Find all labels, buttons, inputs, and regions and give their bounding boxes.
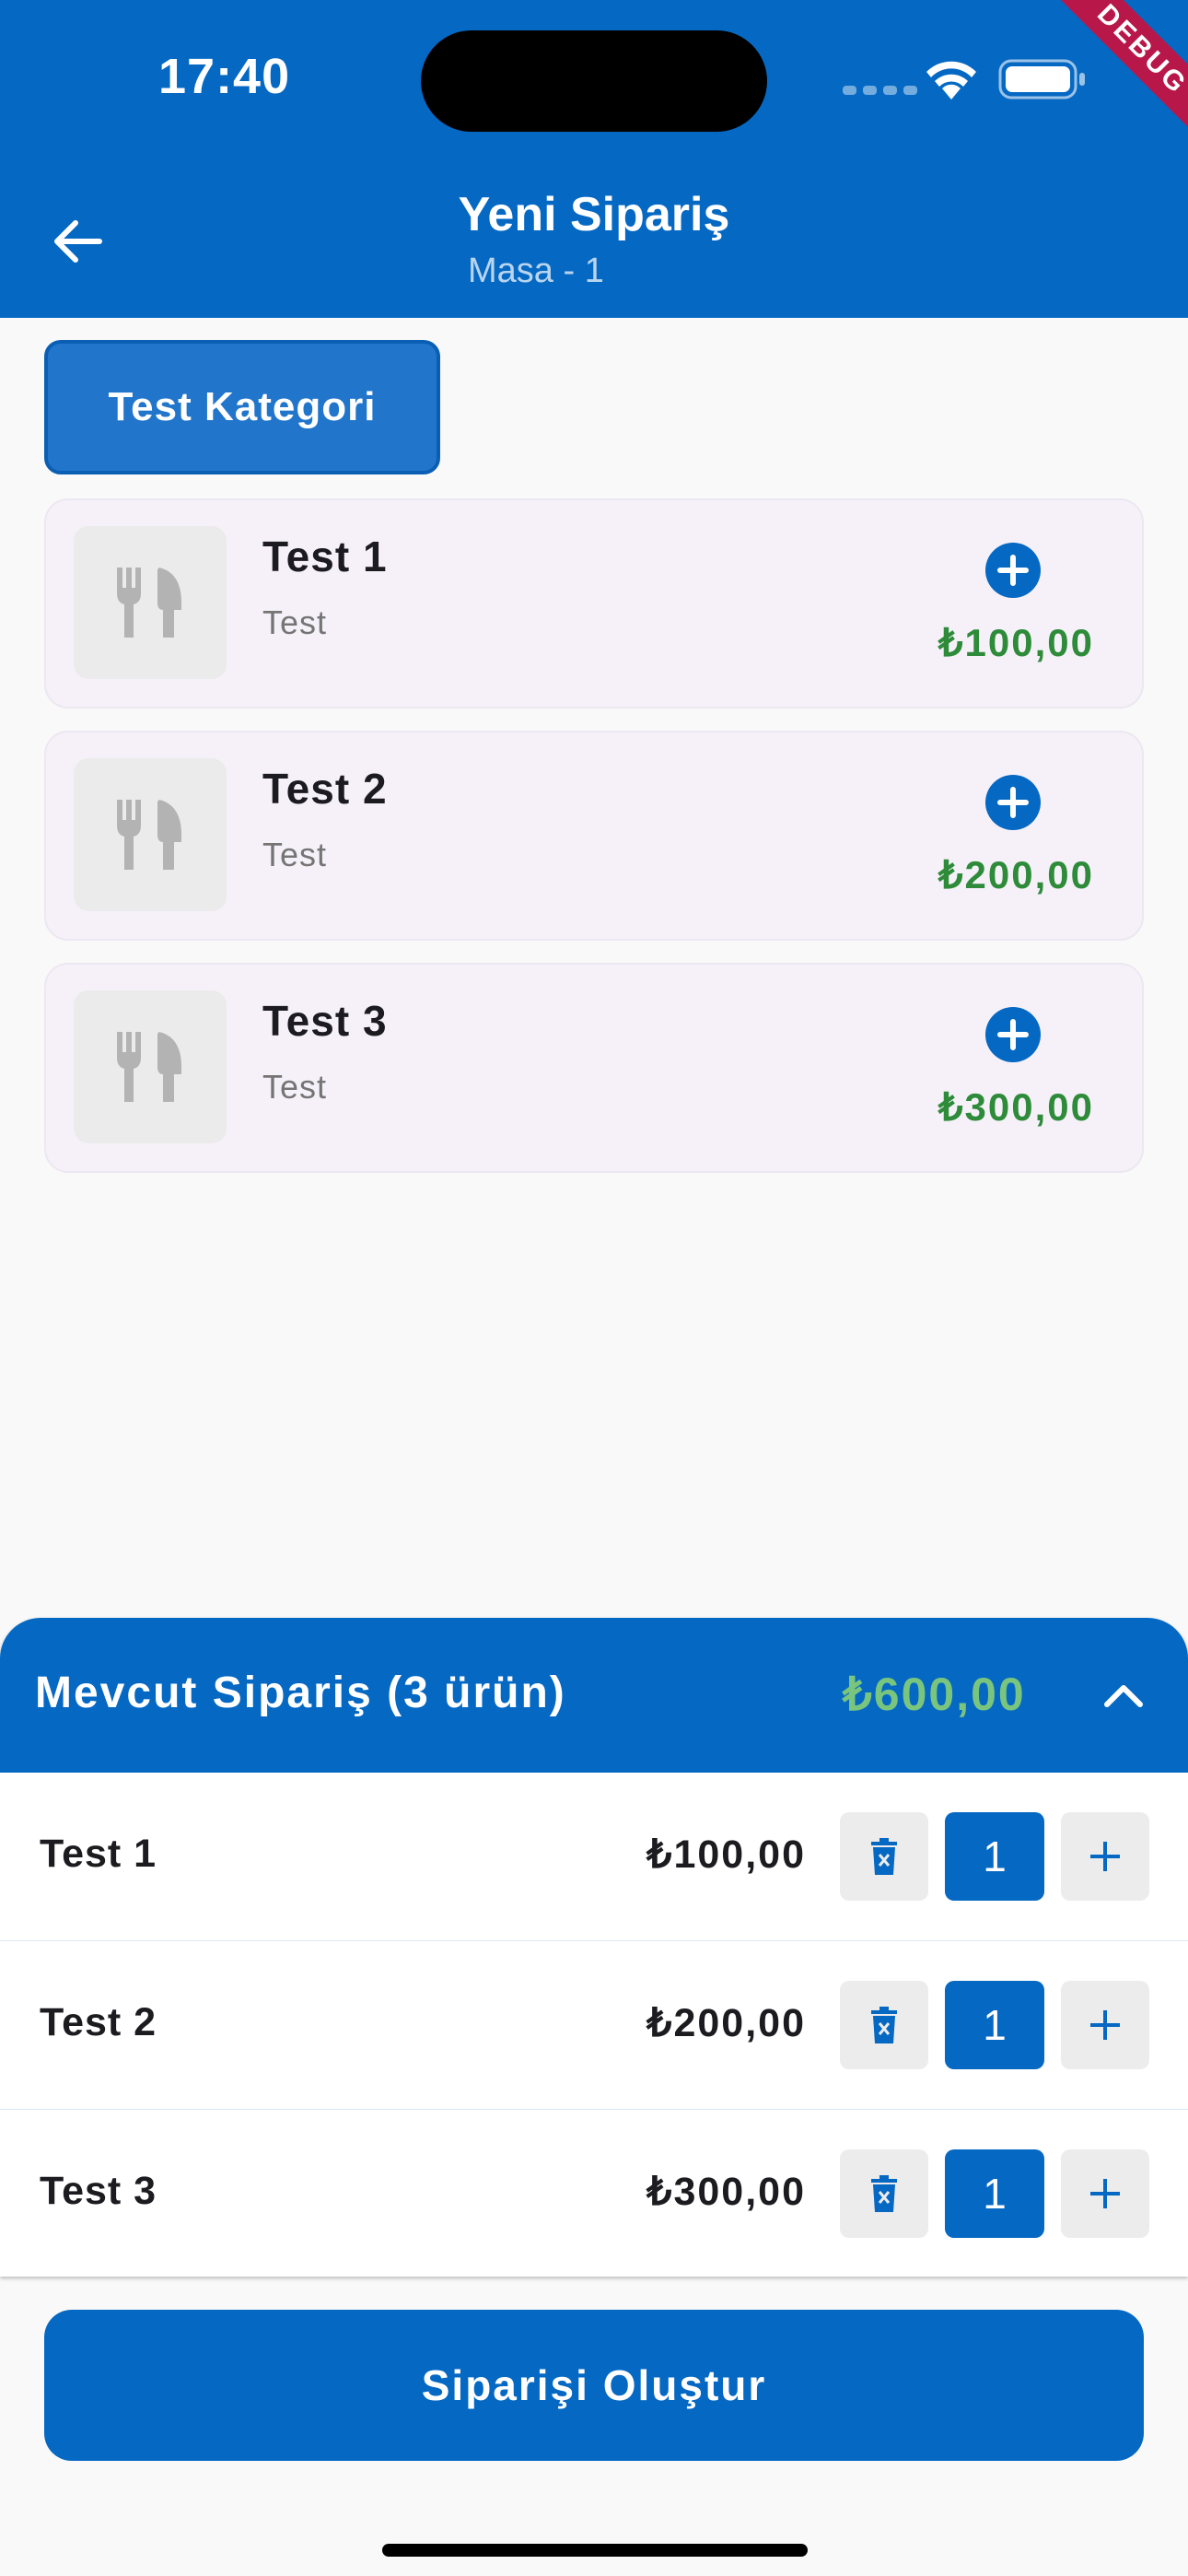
plus-icon bbox=[1090, 1842, 1120, 1871]
product-description: Test bbox=[262, 836, 328, 873]
product-name: Test 1 bbox=[262, 533, 388, 580]
status-time: 17:40 bbox=[158, 49, 291, 104]
restaurant-icon bbox=[117, 800, 181, 870]
wifi-icon bbox=[926, 61, 976, 100]
product-name: Test 2 bbox=[262, 765, 388, 813]
increase-quantity-button[interactable] bbox=[1061, 1812, 1149, 1901]
restaurant-icon bbox=[117, 1032, 181, 1102]
order-panel-header[interactable]: Mevcut Sipariş (3 ürün) ₺600,00 bbox=[0, 1618, 1188, 1773]
delete-item-button[interactable] bbox=[840, 2149, 928, 2238]
restaurant-icon bbox=[117, 568, 181, 638]
plus-icon bbox=[1090, 2179, 1120, 2208]
dynamic-island bbox=[421, 30, 767, 132]
trash-icon bbox=[871, 2175, 897, 2212]
battery-icon bbox=[998, 59, 1085, 100]
product-description: Test bbox=[262, 1068, 328, 1106]
order-item-name: Test 1 bbox=[40, 1832, 157, 1876]
add-circle-icon[interactable] bbox=[985, 1007, 1041, 1062]
order-item-price: ₺100,00 bbox=[646, 1832, 806, 1877]
product-description: Test bbox=[262, 603, 328, 641]
product-thumbnail bbox=[74, 758, 227, 911]
product-thumbnail bbox=[74, 526, 227, 679]
product-name: Test 3 bbox=[262, 997, 388, 1045]
product-card[interactable]: Test 1 Test ₺100,00 bbox=[44, 498, 1144, 708]
product-thumbnail bbox=[74, 990, 227, 1143]
order-title: Mevcut Sipariş (3 ürün) bbox=[35, 1669, 566, 1717]
product-price: ₺100,00 bbox=[938, 621, 1094, 664]
chevron-up-icon[interactable] bbox=[1098, 1669, 1149, 1721]
add-circle-icon[interactable] bbox=[985, 775, 1041, 830]
increase-quantity-button[interactable] bbox=[1061, 2149, 1149, 2238]
product-card[interactable]: Test 2 Test ₺200,00 bbox=[44, 731, 1144, 941]
order-item-price: ₺200,00 bbox=[646, 2001, 806, 2045]
order-item-row: Test 2 ₺200,00 1 bbox=[0, 1941, 1188, 2111]
order-item-row: Test 1 ₺100,00 1 bbox=[0, 1773, 1188, 1942]
product-price: ₺300,00 bbox=[938, 1085, 1094, 1129]
order-item-row: Test 3 ₺300,00 1 bbox=[0, 2110, 1188, 2277]
delete-item-button[interactable] bbox=[840, 1812, 928, 1901]
order-item-name: Test 3 bbox=[40, 2169, 157, 2213]
increase-quantity-button[interactable] bbox=[1061, 1981, 1149, 2069]
quantity-value: 1 bbox=[945, 2149, 1044, 2238]
quantity-value: 1 bbox=[945, 1981, 1044, 2069]
product-price: ₺200,00 bbox=[938, 853, 1094, 896]
page-subtitle: Masa - 1 bbox=[468, 252, 604, 290]
plus-icon bbox=[1090, 2010, 1120, 2040]
app-bar: 17:40 DEBUG Yeni Sipariş Masa - 1 bbox=[0, 0, 1188, 318]
category-chip-test-kategori[interactable]: Test Kategori bbox=[44, 340, 440, 474]
cellular-signal-icon bbox=[843, 86, 917, 95]
order-item-price: ₺300,00 bbox=[646, 2170, 806, 2214]
current-order-panel: Mevcut Sipariş (3 ürün) ₺600,00 Test 1 ₺… bbox=[0, 1618, 1188, 2277]
trash-icon bbox=[871, 2007, 897, 2043]
order-total: ₺600,00 bbox=[843, 1669, 1026, 1720]
add-circle-icon[interactable] bbox=[985, 543, 1041, 598]
order-item-name: Test 2 bbox=[40, 2000, 157, 2044]
page-title: Yeni Sipariş bbox=[458, 188, 730, 241]
delete-item-button[interactable] bbox=[840, 1981, 928, 2069]
quantity-value: 1 bbox=[945, 1812, 1044, 1901]
create-order-button[interactable]: Siparişi Oluştur bbox=[44, 2310, 1144, 2461]
trash-icon bbox=[871, 1838, 897, 1875]
product-card[interactable]: Test 3 Test ₺300,00 bbox=[44, 963, 1144, 1173]
home-indicator[interactable] bbox=[382, 2544, 808, 2557]
